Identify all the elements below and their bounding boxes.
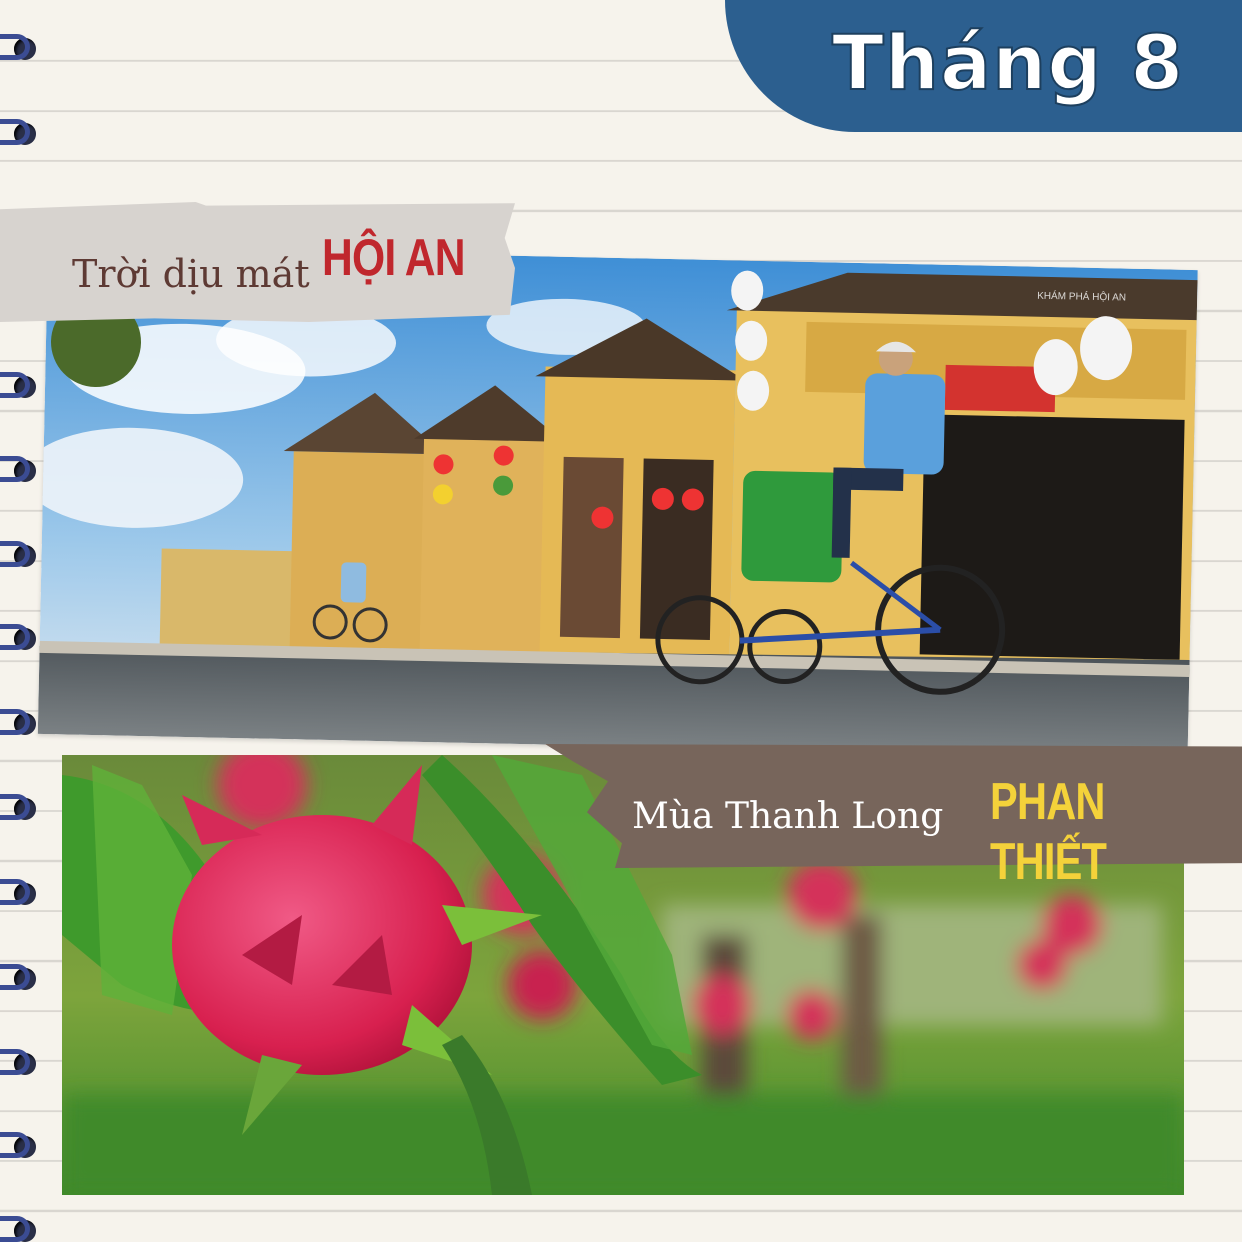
spiral-ring-icon — [0, 790, 42, 828]
spiral-ring-icon — [0, 368, 42, 406]
spiral-ring-icon — [0, 452, 42, 490]
hoi-an-caption: Trời dịu mát — [72, 252, 310, 296]
spiral-ring-icon — [0, 875, 42, 913]
spiral-ring-icon — [0, 115, 42, 153]
notebook-page: Tháng 8 KHÁM PHÁ HỘI AN Trời dịu mát HỘI… — [0, 0, 1242, 1242]
spiral-ring-icon — [0, 30, 42, 68]
spiral-ring-icon — [0, 620, 42, 658]
spiral-ring-icon — [0, 705, 42, 743]
hoi-an-photo: KHÁM PHÁ HỘI AN — [37, 246, 1198, 758]
spiral-ring-icon — [0, 1128, 42, 1166]
spiral-ring-icon — [0, 537, 42, 575]
spiral-ring-icon — [0, 960, 42, 998]
phan-thiet-place: PHAN THIẾT — [990, 773, 1107, 891]
month-title: Tháng 8 — [831, 17, 1185, 108]
hoi-an-place: HỘI AN — [322, 229, 466, 287]
spiral-ring-icon — [0, 1045, 42, 1083]
spiral-ring-icon — [0, 1212, 42, 1242]
phan-thiet-caption: Mùa Thanh Long — [632, 796, 944, 837]
